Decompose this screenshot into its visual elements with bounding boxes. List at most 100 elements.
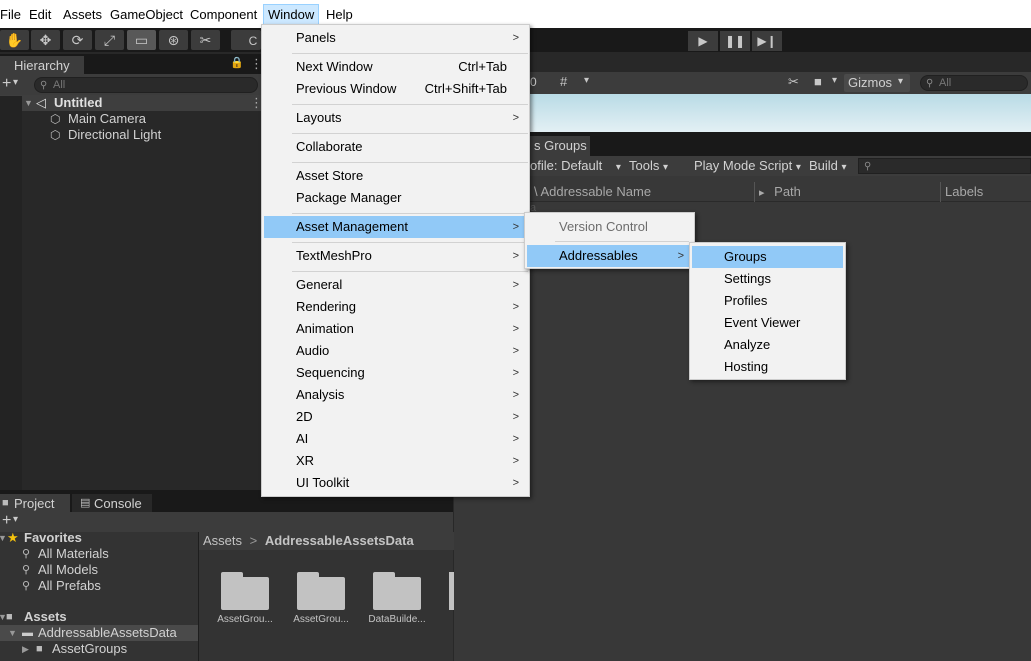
window-menu-item[interactable]: Asset Store: [264, 165, 527, 187]
menu-gameobject[interactable]: GameObject: [110, 5, 183, 25]
tools-dropdown[interactable]: Tools ▾: [629, 156, 668, 176]
col-addressable-name[interactable]: \ Addressable Name: [530, 182, 651, 202]
unity-scene-icon: ◁: [36, 95, 46, 110]
submenu-arrow-icon: >: [512, 477, 519, 489]
window-menu-item[interactable]: Animation >: [264, 318, 527, 340]
build-label: Build: [809, 158, 838, 173]
window-menu-item[interactable]: TextMeshPro >: [264, 245, 527, 267]
menu-edit[interactable]: Edit: [29, 5, 51, 25]
col-path-header[interactable]: ▸ Path: [754, 182, 801, 202]
asset-folder[interactable]: AssetGrou...: [291, 572, 351, 625]
pause-icon[interactable]: ❚❚: [720, 31, 750, 51]
gizmos-button[interactable]: Gizmos ▾: [844, 74, 910, 92]
add-button[interactable]: +: [2, 75, 11, 93]
menu-help[interactable]: Help: [326, 5, 353, 25]
camera-dropdown-icon[interactable]: ▾: [832, 75, 837, 86]
hand-tool-icon[interactable]: ✋: [0, 30, 29, 50]
window-menu-item[interactable]: Package Manager: [264, 187, 527, 209]
tools-label: Tools: [629, 158, 660, 173]
tab-project[interactable]: ■ Project: [0, 494, 70, 513]
window-menu-item-asset-management[interactable]: Asset Management >: [264, 216, 527, 238]
camera-icon[interactable]: ■: [814, 74, 822, 89]
submenu-arrow-icon: >: [512, 221, 519, 233]
step-icon[interactable]: ▶❙: [752, 31, 782, 51]
window-menu-item[interactable]: Audio >: [264, 340, 527, 362]
folder-icon: ■: [6, 611, 13, 623]
window-menu-item[interactable]: 2D >: [264, 406, 527, 428]
menu-item-label: Panels: [296, 30, 336, 45]
hierarchy-item[interactable]: ⬡ Main Camera: [0, 111, 262, 127]
window-menu-item[interactable]: Collaborate: [264, 136, 527, 158]
expand-arrow-icon[interactable]: ▼: [0, 530, 7, 546]
submenu-item-settings[interactable]: Settings: [692, 268, 843, 290]
window-menu-item[interactable]: Rendering >: [264, 296, 527, 318]
tab-console[interactable]: ▤ Console: [72, 494, 152, 513]
search-icon: ⚲: [926, 78, 934, 89]
tab-hierarchy[interactable]: Hierarchy: [0, 56, 84, 75]
layers-count[interactable]: 0: [530, 75, 537, 89]
grid-dropdown-icon[interactable]: ▾: [584, 75, 589, 86]
play-icon[interactable]: ▶: [688, 31, 718, 51]
menu-item-label: Layouts: [296, 110, 342, 125]
tree-item-selected[interactable]: ▼ ▬ AddressableAssetsData: [0, 625, 198, 641]
window-menu-item[interactable]: Analysis >: [264, 384, 527, 406]
add-button[interactable]: +: [2, 512, 11, 530]
move-tool-icon[interactable]: ✥: [31, 30, 60, 50]
submenu-item-analyze[interactable]: Analyze: [692, 334, 843, 356]
collapse-arrow-icon[interactable]: ▶: [22, 641, 29, 657]
scene-name: Untitled: [54, 95, 103, 110]
submenu-item-groups[interactable]: Groups: [692, 246, 843, 268]
build-dropdown[interactable]: Build ▾: [809, 156, 847, 176]
submenu-arrow-icon: >: [512, 455, 519, 467]
scale-tool-icon[interactable]: ⤢: [95, 30, 124, 50]
grid-icon[interactable]: #: [560, 74, 567, 89]
menu-window[interactable]: Window: [263, 4, 320, 25]
window-menu-item[interactable]: Layouts >: [264, 107, 527, 129]
window-menu-item[interactable]: Next Window Ctrl+Tab: [264, 56, 527, 78]
scene-search-input[interactable]: ⚲ All: [920, 75, 1028, 91]
add-dropdown-icon[interactable]: ▾: [13, 514, 18, 525]
hierarchy-item[interactable]: ⬡ Directional Light: [0, 127, 262, 143]
window-menu-item[interactable]: Sequencing >: [264, 362, 527, 384]
expand-arrow-icon[interactable]: ▼: [24, 95, 33, 111]
play-mode-script-dropdown[interactable]: Play Mode Script ▾: [694, 156, 801, 176]
menu-component[interactable]: Component: [190, 5, 257, 25]
hierarchy-search-input[interactable]: ⚲ All: [34, 77, 258, 93]
window-menu-item[interactable]: UI Toolkit >: [264, 472, 527, 494]
transform-tool-icon[interactable]: ⊛: [159, 30, 188, 50]
submenu-item-event-viewer[interactable]: Event Viewer: [692, 312, 843, 334]
menu-item-label: Groups: [724, 249, 767, 264]
collab-button[interactable]: C: [231, 30, 261, 50]
window-menu-item[interactable]: General >: [264, 274, 527, 296]
search-icon: ⚲: [40, 80, 48, 91]
submenu-arrow-icon: >: [512, 411, 519, 423]
lock-icon[interactable]: 🔒: [230, 56, 244, 69]
gameobject-icon: ⬡: [50, 128, 61, 142]
window-menu-item[interactable]: Previous Window Ctrl+Shift+Tab: [264, 78, 527, 100]
col-labels[interactable]: Labels: [940, 182, 983, 202]
menu-file[interactable]: File: [0, 5, 21, 25]
submenu-item-profiles[interactable]: Profiles: [692, 290, 843, 312]
menu-assets[interactable]: Assets: [63, 5, 102, 25]
rect-tool-icon[interactable]: ▭: [127, 30, 156, 50]
add-dropdown-icon[interactable]: ▾: [13, 77, 18, 88]
window-menu-item[interactable]: XR >: [264, 450, 527, 472]
window-menu-item[interactable]: AI >: [264, 428, 527, 450]
tools-icon[interactable]: ✂: [788, 74, 799, 90]
profile-dropdown[interactable]: ofile: Default ▾: [530, 156, 621, 176]
hierarchy-toolrow: + ▾ ⚲ All: [0, 74, 262, 96]
scene-view[interactable]: [530, 94, 1031, 132]
groups-search-input[interactable]: ⚲: [858, 158, 1031, 174]
asset-management-submenu: Version Control Addressables >: [524, 212, 695, 269]
expand-arrow-icon[interactable]: ▼: [8, 625, 17, 641]
submenu-item-hosting[interactable]: Hosting: [692, 356, 843, 378]
scene-row[interactable]: ▼ ◁ Untitled ⋮: [0, 95, 263, 111]
submenu-item-addressables[interactable]: Addressables >: [527, 245, 692, 267]
breadcrumb-root[interactable]: Assets: [203, 533, 242, 548]
asset-folder[interactable]: AssetGrou...: [215, 572, 275, 625]
breadcrumb-current[interactable]: AddressableAssetsData: [265, 533, 414, 548]
rotate-tool-icon[interactable]: ⟳: [63, 30, 92, 50]
custom-tool-icon[interactable]: ✂: [191, 30, 220, 50]
window-menu-item[interactable]: Panels >: [264, 27, 527, 49]
asset-folder[interactable]: DataBuilde...: [367, 572, 427, 625]
